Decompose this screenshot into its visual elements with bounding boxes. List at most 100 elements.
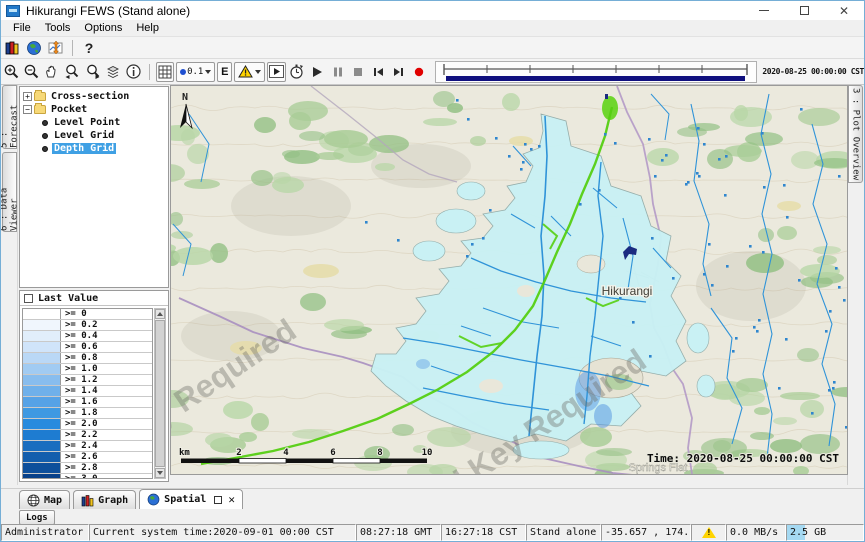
stop-button[interactable] — [349, 62, 367, 82]
right-tab-strip: 3 : Plot Overview — [847, 85, 864, 485]
north-label: N — [182, 92, 188, 103]
zoom-previous-button[interactable] — [63, 62, 81, 82]
tree-expander-icon[interactable]: + — [23, 92, 32, 101]
legend-row[interactable]: >= 1.2 — [23, 375, 152, 386]
timeseries-display-button[interactable] — [46, 38, 66, 58]
play-button[interactable] — [308, 62, 326, 82]
wireframe-globe-icon — [27, 494, 40, 507]
logs-button[interactable]: Logs — [19, 510, 55, 525]
help-button[interactable]: ? — [79, 38, 99, 58]
scale-tick: 2 — [236, 448, 241, 458]
tree-item-cross-section[interactable]: +Cross-section — [20, 90, 168, 103]
chart-arrow-icon — [48, 40, 64, 56]
threshold-dropdown[interactable]: 0.1 — [176, 62, 215, 82]
restore-panel-icon[interactable] — [214, 496, 222, 504]
legend-row[interactable]: >= 2.0 — [23, 419, 152, 430]
legend-title: Last Value — [38, 293, 98, 304]
legend-row-label: >= 0.6 — [61, 342, 98, 352]
status-bar: Administrator Current system time:2020-0… — [1, 524, 864, 541]
status-memory[interactable]: 2.5 GB — [786, 524, 864, 541]
scale-unit: km — [179, 448, 190, 458]
scroll-up-icon[interactable] — [155, 309, 165, 319]
last-value-checkbox[interactable] — [24, 294, 33, 303]
step-forward-button[interactable] — [390, 62, 408, 82]
minimize-button[interactable] — [744, 1, 784, 20]
pause-icon — [331, 65, 345, 79]
boxed-play-icon — [269, 65, 284, 78]
scroll-down-icon[interactable] — [155, 468, 165, 478]
tree-expander-icon[interactable]: − — [23, 105, 32, 114]
legend-row[interactable]: >= 0.4 — [23, 331, 152, 342]
close-tab-icon[interactable]: ✕ — [228, 494, 235, 505]
status-warning-cell[interactable] — [691, 524, 726, 541]
legend-row[interactable]: >= 1.8 — [23, 408, 152, 419]
legend-row[interactable]: >= 0.8 — [23, 353, 152, 364]
menu-bar: FileToolsOptionsHelp — [1, 20, 864, 37]
tab-data-viewer[interactable]: 6 : Data Viewer — [2, 152, 17, 232]
pan-button[interactable] — [43, 62, 61, 82]
classification-button[interactable]: E — [217, 62, 232, 82]
legend-scrollbar[interactable] — [154, 308, 166, 479]
legend-row[interactable]: >= 0 — [23, 309, 152, 320]
open-in-display-button[interactable] — [267, 62, 286, 82]
close-button[interactable]: ✕ — [824, 1, 864, 20]
legend-row[interactable]: >= 1.0 — [23, 364, 152, 375]
map-view[interactable]: API Key Required API Key Required Hikura… — [170, 85, 848, 475]
legend-row[interactable]: >= 0.6 — [23, 342, 152, 353]
tab-spatial[interactable]: Spatial ✕ — [139, 489, 243, 509]
tree-item-level-grid[interactable]: Level Grid — [20, 129, 168, 142]
legend-row-label: >= 3.0 — [61, 474, 98, 479]
legend-row[interactable]: >= 0.2 — [23, 320, 152, 331]
legend-color-swatch — [23, 463, 61, 473]
menu-item-file[interactable]: File — [6, 21, 38, 36]
zoom-previous-icon — [63, 63, 81, 80]
record-button[interactable] — [410, 62, 428, 82]
threshold-value: 0.1 — [187, 67, 203, 77]
timeline-track — [436, 62, 756, 82]
legend-row[interactable]: >= 1.4 — [23, 386, 152, 397]
database-display-button[interactable] — [2, 38, 22, 58]
minimize-icon — [759, 10, 769, 11]
zoom-out-button[interactable] — [22, 62, 40, 82]
legend-color-swatch — [23, 353, 61, 363]
legend-row[interactable]: >= 2.2 — [23, 430, 152, 441]
tab-forecast[interactable]: 5 : Forecast — [2, 85, 17, 149]
step-back-button[interactable] — [369, 62, 387, 82]
menu-item-options[interactable]: Options — [77, 21, 129, 36]
legend-color-swatch — [23, 474, 61, 479]
tree-item-pocket[interactable]: −Pocket — [20, 103, 168, 116]
legend-color-swatch — [23, 452, 61, 462]
layers-button[interactable] — [104, 62, 122, 82]
legend-row[interactable]: >= 3.0 — [23, 474, 152, 479]
legend-color-swatch — [23, 331, 61, 341]
legend-row[interactable]: >= 2.8 — [23, 463, 152, 474]
maximize-button[interactable] — [784, 1, 824, 20]
grid-display-button[interactable] — [156, 62, 175, 82]
warning-dropdown[interactable] — [234, 62, 265, 82]
tab-plot-overview[interactable]: 3 : Plot Overview — [848, 85, 863, 183]
menu-item-tools[interactable]: Tools — [38, 21, 78, 36]
legend-row[interactable]: >= 2.6 — [23, 452, 152, 463]
animation-settings-button[interactable] — [288, 62, 306, 82]
tree-item-label: Level Point — [52, 117, 122, 128]
legend-row-label: >= 1.4 — [61, 386, 98, 396]
legend-row[interactable]: >= 1.6 — [23, 397, 152, 408]
legend-color-swatch — [23, 309, 61, 319]
tab-graph-label: Graph — [98, 495, 128, 506]
zoom-next-button[interactable] — [84, 62, 102, 82]
tab-graph[interactable]: Graph — [73, 490, 136, 509]
map-display-button[interactable] — [24, 38, 44, 58]
scroll-thumb[interactable] — [155, 320, 165, 467]
classification-icon: E — [221, 66, 228, 78]
pause-button[interactable] — [329, 62, 347, 82]
timeline-slider[interactable] — [435, 61, 757, 83]
tree-item-level-point[interactable]: Level Point — [20, 116, 168, 129]
info-button[interactable] — [124, 62, 142, 82]
legend-color-swatch — [23, 408, 61, 418]
info-icon — [125, 63, 142, 80]
legend-row[interactable]: >= 2.4 — [23, 441, 152, 452]
menu-item-help[interactable]: Help — [129, 21, 166, 36]
tab-map[interactable]: Map — [19, 490, 70, 509]
tree-item-depth-grid[interactable]: Depth Grid — [20, 142, 168, 155]
zoom-in-button[interactable] — [2, 62, 20, 82]
